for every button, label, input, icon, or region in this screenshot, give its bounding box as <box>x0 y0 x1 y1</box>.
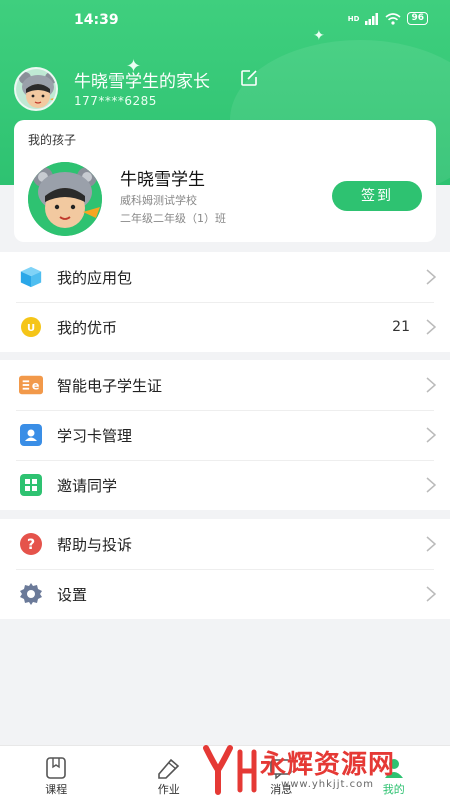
parent-avatar[interactable] <box>14 67 58 111</box>
menu-item-e-student-card[interactable]: e 智能电子学生证 <box>0 360 450 410</box>
menu-item-settings[interactable]: 设置 <box>0 569 450 619</box>
menu-item-label: 设置 <box>57 585 88 604</box>
chevron-right-icon <box>426 269 436 285</box>
battery-indicator: 96 <box>407 12 428 25</box>
menu-item-label: 学习卡管理 <box>57 426 133 445</box>
avatar-illustration <box>28 162 102 236</box>
menu-item-label: 帮助与投诉 <box>57 535 133 554</box>
watermark: 永辉资源网 www.yhkjjt.com <box>200 740 440 800</box>
tab-course[interactable]: 课程 <box>0 746 113 800</box>
wifi-icon <box>385 12 401 25</box>
svg-text:?: ? <box>27 537 35 553</box>
parent-phone: 177****6285 <box>74 94 157 108</box>
menu-group-support: ? 帮助与投诉 设置 <box>0 519 450 619</box>
my-child-card: 我的孩子 牛晓雪学生 威科姆测试学校 二年级二年级（1）班 签到 <box>14 120 436 242</box>
svg-text:U: U <box>27 323 35 334</box>
menu-item-label: 我的优币 <box>57 318 118 337</box>
watermark-logo <box>203 745 257 795</box>
edit-icon[interactable] <box>239 68 259 88</box>
my-child-section-label: 我的孩子 <box>28 133 77 147</box>
gear-icon <box>19 582 43 606</box>
status-icons: HD 96 <box>348 12 428 25</box>
child-class: 二年级二年级（1）班 <box>120 212 226 225</box>
menu-group-account: 我的应用包 U 我的优币 21 <box>0 252 450 352</box>
invite-icon <box>19 473 43 497</box>
menu-item-label: 我的应用包 <box>57 268 133 287</box>
watermark-text: 永辉资源网 <box>260 749 396 780</box>
parent-name: 牛晓雪学生的家长 <box>74 72 210 92</box>
signal-icon <box>365 12 379 25</box>
menu-item-invite[interactable]: 邀请同学 <box>0 460 450 510</box>
menu-item-study-card[interactable]: 学习卡管理 <box>0 410 450 460</box>
chevron-right-icon <box>426 319 436 335</box>
menu-item-label: 智能电子学生证 <box>57 376 163 395</box>
checkin-button[interactable]: 签到 <box>332 181 422 211</box>
help-icon: ? <box>19 532 43 556</box>
status-bar: 14:39 HD 96 <box>0 0 450 40</box>
watermark-url: www.yhkjjt.com <box>281 778 374 790</box>
menu-item-help[interactable]: ? 帮助与投诉 <box>0 519 450 569</box>
coin-balance: 21 <box>392 319 410 335</box>
menu-group-student: e 智能电子学生证 学习卡管理 邀请同学 <box>0 360 450 510</box>
child-name: 牛晓雪学生 <box>120 170 205 190</box>
chevron-right-icon <box>426 536 436 552</box>
course-icon <box>46 757 67 779</box>
chevron-right-icon <box>426 377 436 393</box>
menu-item-app-package[interactable]: 我的应用包 <box>0 252 450 302</box>
chevron-right-icon <box>426 427 436 443</box>
menu-item-label: 邀请同学 <box>57 476 118 495</box>
network-hd-badge: HD <box>347 14 360 23</box>
child-school: 威科姆测试学校 <box>120 194 197 207</box>
menu-item-coins[interactable]: U 我的优币 21 <box>0 302 450 352</box>
e-card-icon: e <box>19 373 43 397</box>
homework-icon <box>157 758 179 779</box>
id-card-icon <box>19 423 43 447</box>
svg-text:e: e <box>32 380 40 393</box>
app-package-icon <box>19 265 43 289</box>
chevron-right-icon <box>426 477 436 493</box>
status-time: 14:39 <box>74 12 119 28</box>
coin-icon: U <box>19 315 43 339</box>
chevron-right-icon <box>426 586 436 602</box>
avatar-illustration <box>16 69 56 109</box>
tab-label: 课程 <box>45 783 68 796</box>
child-avatar[interactable] <box>28 162 102 236</box>
